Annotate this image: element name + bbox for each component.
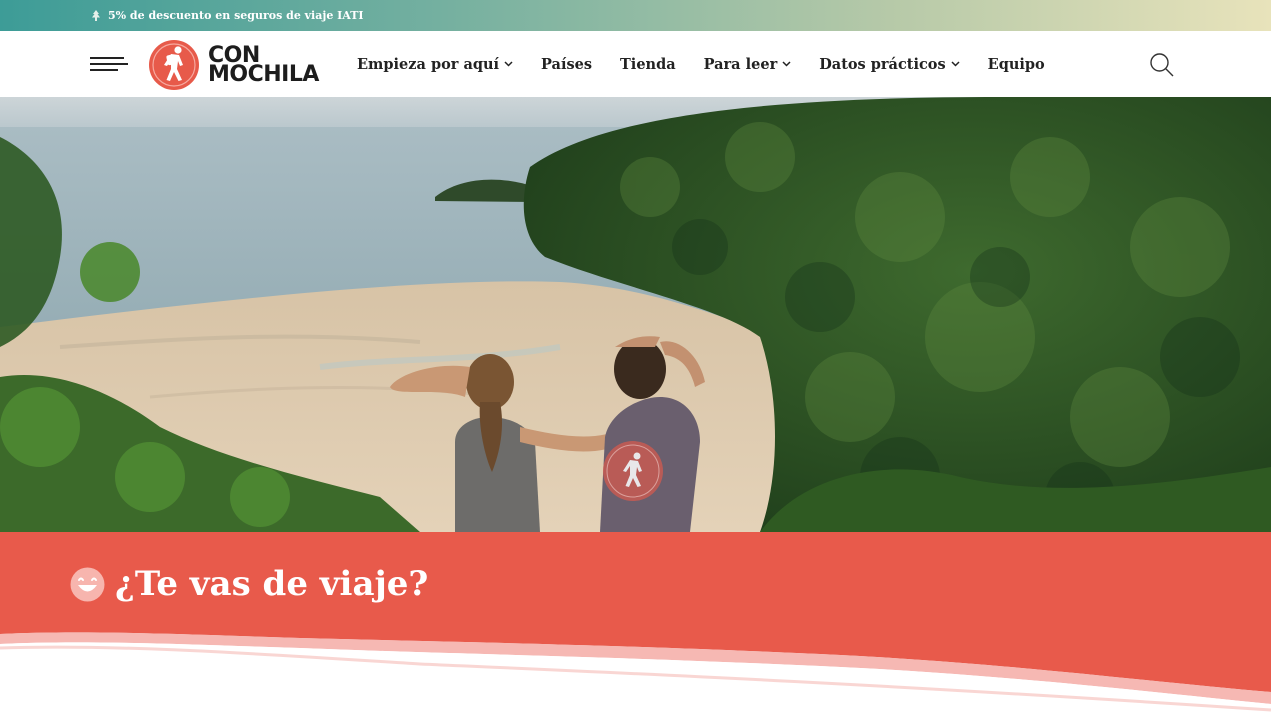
grinning-face-icon (70, 567, 105, 601)
title-band: ¿Te vas de viaje? (0, 532, 1271, 715)
nav-label: Tienda (620, 55, 676, 73)
nav-label: Empieza por aquí (357, 55, 500, 73)
logo-text: CON MOCHILA (208, 45, 319, 87)
nav-label: Datos prácticos (819, 55, 946, 73)
nav-equipo[interactable]: Equipo (988, 56, 1045, 73)
nav-label: Países (541, 55, 593, 73)
promo-bar: 5% de descuento en seguros de viaje IATI (0, 0, 1271, 31)
watermark-logo (603, 441, 663, 501)
page-title-wrap: ¿Te vas de viaje? (70, 564, 428, 604)
site-header: CON MOCHILA Empieza por aquí Países Tien… (0, 31, 1271, 98)
nav-empieza-por-aqui[interactable]: Empieza por aquí (357, 56, 513, 73)
nav-tienda[interactable]: Tienda (620, 56, 676, 73)
promo-link[interactable]: 5% de descuento en seguros de viaje IATI (90, 9, 364, 22)
nav-paises[interactable]: Países (541, 56, 592, 73)
chevron-down-icon (782, 61, 791, 67)
hamburger-icon[interactable] (90, 56, 128, 72)
nav-label: Para leer (703, 55, 778, 73)
tree-icon (92, 9, 100, 21)
title-band-background (0, 532, 1271, 715)
traveler-right (600, 336, 705, 532)
promo-text: 5% de descuento en seguros de viaje IATI (108, 9, 364, 22)
logo-hiker-icon (149, 40, 199, 90)
page-title: ¿Te vas de viaje? (115, 564, 429, 604)
site-logo[interactable]: CON MOCHILA (148, 38, 319, 92)
nav-datos-practicos[interactable]: Datos prácticos (819, 55, 960, 73)
hero-image (0, 97, 1271, 532)
chevron-down-icon (504, 61, 513, 67)
nav-label: Equipo (987, 55, 1045, 73)
logo-line-2: MOCHILA (208, 62, 319, 87)
main-nav: Empieza por aquí Países Tienda Para leer… (357, 31, 1073, 97)
search-icon[interactable] (1148, 51, 1176, 79)
hero-photo (0, 97, 1271, 532)
nav-para-leer[interactable]: Para leer (704, 56, 792, 73)
chevron-down-icon (951, 61, 960, 67)
